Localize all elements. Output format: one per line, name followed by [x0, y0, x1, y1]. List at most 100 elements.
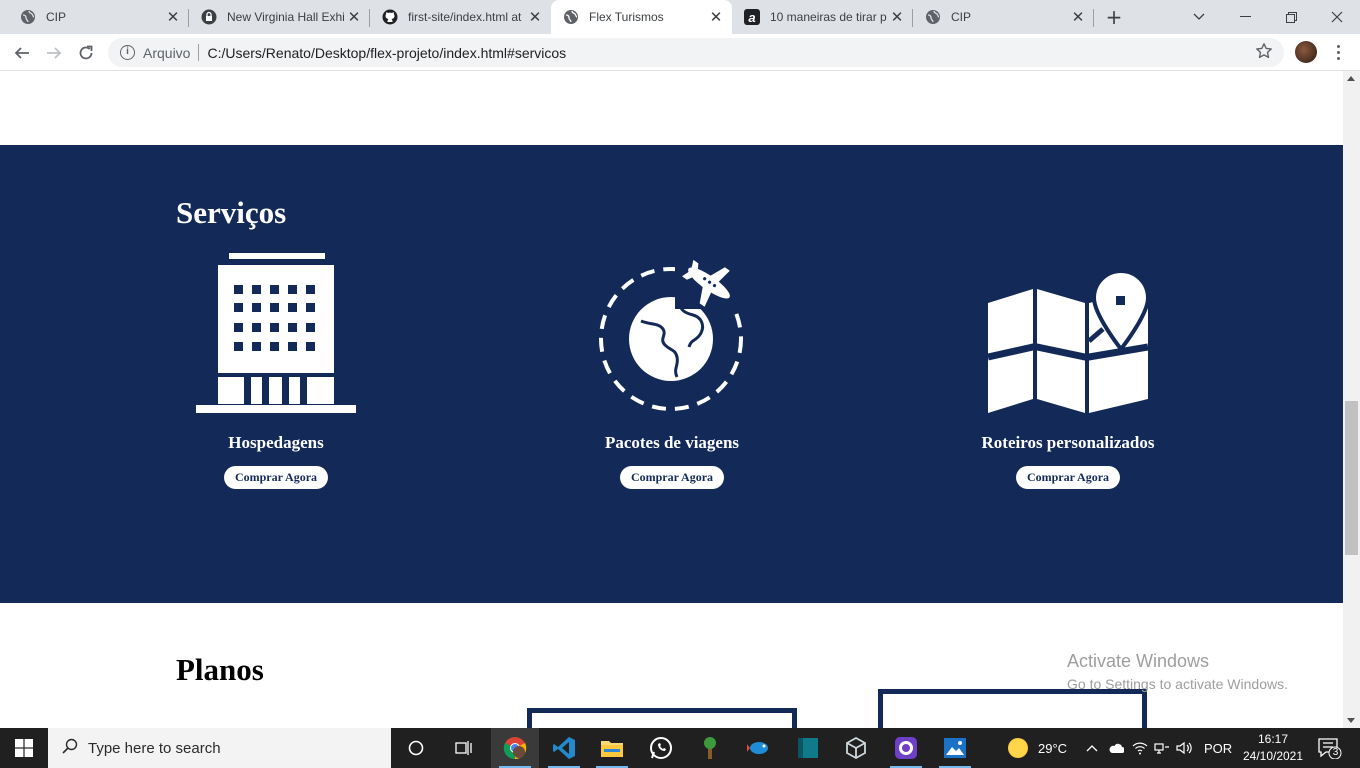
service-label: Pacotes de viagens	[604, 433, 740, 452]
scroll-up-arrow[interactable]	[1347, 76, 1355, 81]
network-icon[interactable]	[1154, 741, 1170, 755]
windows-logo-icon	[15, 739, 33, 757]
fish-app-taskbar-icon[interactable]	[735, 728, 783, 768]
language-indicator[interactable]: POR	[1204, 741, 1232, 756]
cortana-button[interactable]	[392, 728, 440, 768]
watermark-line-1: Activate Windows	[1067, 651, 1210, 671]
url-text[interactable]: C:/Users/Renato/Desktop/flex-projeto/ind…	[207, 45, 566, 61]
tree-icon	[704, 737, 716, 759]
lock-icon	[201, 9, 217, 25]
servicos-section: Serviços Hospedagens Comprar Agora Pacot…	[0, 145, 1343, 603]
fish-icon	[747, 742, 768, 754]
close-tab-icon[interactable]: ✕	[706, 8, 726, 26]
restore-icon	[1285, 11, 1297, 23]
buy-now-button[interactable]: Comprar Agora	[619, 466, 725, 489]
start-button[interactable]	[0, 728, 48, 768]
close-tab-icon[interactable]: ✕	[887, 8, 907, 26]
tab-title: 10 maneiras de tirar p	[770, 10, 887, 24]
tab-10-maneiras[interactable]: a 10 maneiras de tirar p ✕	[732, 0, 913, 34]
tab-github[interactable]: first-site/index.html at ✕	[370, 0, 551, 34]
whatsapp-icon	[650, 737, 672, 759]
file-scheme-label: Arquivo	[143, 44, 191, 61]
chevron-down-icon	[1193, 13, 1205, 20]
plan-card	[527, 708, 797, 728]
clock[interactable]: 16:17 24/10/2021	[1238, 731, 1308, 765]
tab-virginia-hall[interactable]: New Virginia Hall Exhi ✕	[189, 0, 370, 34]
chevron-up-icon[interactable]	[1086, 744, 1098, 752]
chrome-taskbar-icon[interactable]	[491, 728, 539, 768]
globe-airplane-icon	[522, 251, 822, 413]
scroll-down-arrow[interactable]	[1347, 718, 1355, 723]
new-tab-button[interactable]: +	[1102, 5, 1126, 29]
wifi-icon[interactable]	[1132, 741, 1148, 755]
service-label: Roteiros personalizados	[981, 433, 1155, 452]
tree-app-taskbar-icon[interactable]	[686, 728, 734, 768]
book-app-taskbar-icon[interactable]	[784, 728, 832, 768]
system-tray: POR	[1086, 728, 1232, 768]
globe-icon	[20, 9, 36, 25]
vscode-taskbar-icon[interactable]	[540, 728, 588, 768]
file-explorer-taskbar-icon[interactable]	[588, 728, 636, 768]
photos-taskbar-icon[interactable]	[931, 728, 979, 768]
tab-title: New Virginia Hall Exhi	[227, 10, 344, 24]
tab-separator	[1093, 9, 1094, 27]
reload-button[interactable]	[72, 39, 100, 67]
volume-icon[interactable]	[1176, 741, 1194, 755]
arrow-right-icon	[47, 47, 62, 59]
minimize-button[interactable]	[1222, 0, 1268, 34]
close-tab-icon[interactable]: ✕	[1068, 8, 1088, 26]
task-view-button[interactable]	[440, 728, 488, 768]
bookmark-star-icon[interactable]	[1255, 42, 1273, 65]
close-tab-icon[interactable]: ✕	[163, 8, 183, 26]
page-viewport: Serviços Hospedagens Comprar Agora Pacot…	[0, 71, 1343, 728]
notification-count: 3	[1332, 747, 1339, 758]
omnibox-divider	[198, 44, 200, 61]
whatsapp-taskbar-icon[interactable]	[637, 728, 685, 768]
weather-widget[interactable]: 29°C	[1008, 728, 1067, 768]
info-icon[interactable]: i	[120, 45, 135, 60]
virtualbox-taskbar-icon[interactable]	[832, 728, 880, 768]
tab-search-button[interactable]	[1176, 0, 1222, 34]
github-desktop-taskbar-icon[interactable]	[882, 728, 930, 768]
taskbar-search[interactable]: Type here to search	[48, 728, 391, 768]
buy-now-button[interactable]: Comprar Agora	[1015, 466, 1121, 489]
minimize-icon	[1239, 16, 1251, 17]
page-scrollbar[interactable]	[1343, 71, 1360, 728]
tab-cip-2[interactable]: CIP ✕	[913, 0, 1094, 34]
clock-date: 24/10/2021	[1242, 749, 1304, 763]
browser-menu-icon[interactable]	[1331, 41, 1345, 63]
github-icon	[382, 9, 398, 25]
planos-heading: Planos	[176, 652, 264, 687]
profile-avatar[interactable]	[1295, 41, 1317, 63]
activate-windows-watermark: Activate Windows Go to Settings to activ…	[1067, 651, 1288, 692]
chrome-icon	[503, 737, 527, 760]
a-logo-icon: a	[744, 9, 760, 25]
back-button[interactable]	[8, 39, 36, 67]
cortana-circle-icon	[408, 740, 424, 756]
search-icon	[62, 738, 78, 758]
scroll-thumb[interactable]	[1345, 401, 1358, 555]
close-tab-icon[interactable]: ✕	[344, 8, 364, 26]
browser-toolbar: i Arquivo C:/Users/Renato/Desktop/flex-p…	[0, 34, 1360, 71]
hotel-building-icon	[126, 251, 426, 413]
clock-time: 16:17	[1257, 732, 1289, 746]
tab-title: first-site/index.html at	[408, 10, 522, 24]
globe-icon	[925, 9, 941, 25]
restore-button[interactable]	[1268, 0, 1314, 34]
close-window-button[interactable]	[1314, 0, 1360, 34]
tab-flex-turismos[interactable]: Flex Turismos ✕	[551, 0, 732, 34]
close-icon	[1331, 11, 1343, 23]
tab-title: CIP	[46, 10, 67, 24]
buy-now-button[interactable]: Comprar Agora	[223, 466, 329, 489]
map-pin-icon	[918, 251, 1218, 413]
notification-center-button[interactable]: 3	[1318, 737, 1342, 764]
close-tab-icon[interactable]: ✕	[525, 8, 545, 26]
tab-cip-1[interactable]: CIP ✕	[8, 0, 189, 34]
weather-temperature: 29°C	[1038, 740, 1068, 756]
address-bar[interactable]: i Arquivo C:/Users/Renato/Desktop/flex-p…	[108, 38, 1284, 67]
tab-strip: CIP ✕ New Virginia Hall Exhi ✕ first-sit…	[0, 0, 1360, 34]
forward-button[interactable]	[40, 39, 68, 67]
search-placeholder: Type here to search	[88, 739, 221, 757]
tab-title: CIP	[951, 10, 972, 24]
onedrive-cloud-icon[interactable]	[1108, 742, 1124, 754]
